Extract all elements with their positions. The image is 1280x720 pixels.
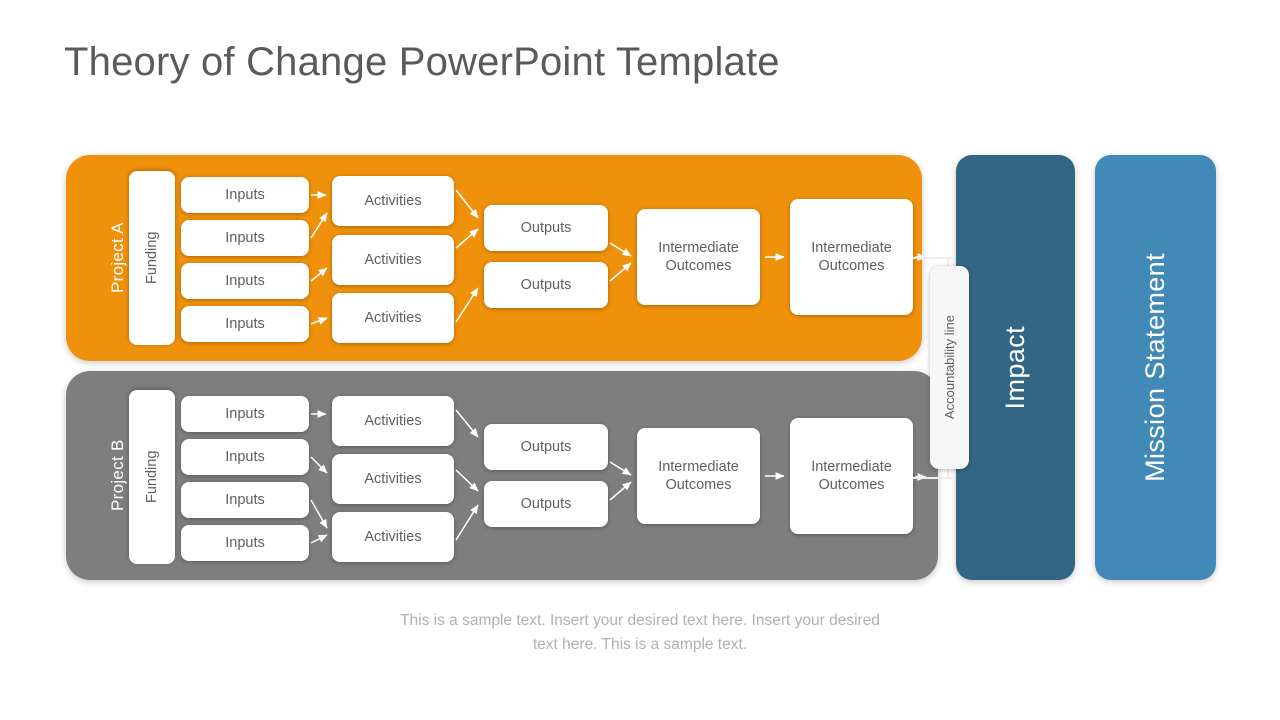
project-a-input-4[interactable]: Inputs (181, 306, 309, 342)
project-b-outcome-2[interactable]: Intermediate Outcomes (790, 418, 913, 534)
project-b-input-2[interactable]: Inputs (181, 439, 309, 475)
project-a-input-1[interactable]: Inputs (181, 177, 309, 213)
project-a-output-1[interactable]: Outputs (484, 205, 608, 251)
project-b-label: Project B (108, 439, 127, 511)
project-b-input-4[interactable]: Inputs (181, 525, 309, 561)
project-a-output-2[interactable]: Outputs (484, 262, 608, 308)
project-a-activity-1[interactable]: Activities (332, 176, 454, 226)
accountability-line-label: Accountability line (942, 315, 957, 420)
project-b-output-2[interactable]: Outputs (484, 481, 608, 527)
project-b-activity-3[interactable]: Activities (332, 512, 454, 562)
project-a-funding-box[interactable]: Funding (129, 171, 175, 345)
project-b-output-1[interactable]: Outputs (484, 424, 608, 470)
accountability-line-box[interactable]: Accountability line (930, 266, 969, 469)
project-a-input-2[interactable]: Inputs (181, 220, 309, 256)
page-title: Theory of Change PowerPoint Template (64, 40, 780, 84)
project-a-activity-3[interactable]: Activities (332, 293, 454, 343)
project-b-funding-box[interactable]: Funding (129, 390, 175, 564)
project-a-label: Project A (108, 222, 127, 293)
project-a-activity-2[interactable]: Activities (332, 235, 454, 285)
slide-canvas: Theory of Change PowerPoint Template Pro… (0, 0, 1280, 720)
impact-panel-label: Impact (999, 325, 1030, 410)
project-b-activity-2[interactable]: Activities (332, 454, 454, 504)
project-a-outcome-1[interactable]: Intermediate Outcomes (637, 209, 760, 305)
slide-caption: This is a sample text. Insert your desir… (400, 612, 880, 654)
mission-statement-panel-label: Mission Statement (1139, 253, 1170, 482)
project-b-input-3[interactable]: Inputs (181, 482, 309, 518)
project-b-activity-1[interactable]: Activities (332, 396, 454, 446)
impact-panel[interactable]: Impact (956, 155, 1075, 580)
project-b-outcome-1[interactable]: Intermediate Outcomes (637, 428, 760, 524)
project-a-outcome-2[interactable]: Intermediate Outcomes (790, 199, 913, 315)
project-b-input-1[interactable]: Inputs (181, 396, 309, 432)
project-a-input-3[interactable]: Inputs (181, 263, 309, 299)
mission-statement-panel[interactable]: Mission Statement (1095, 155, 1216, 580)
